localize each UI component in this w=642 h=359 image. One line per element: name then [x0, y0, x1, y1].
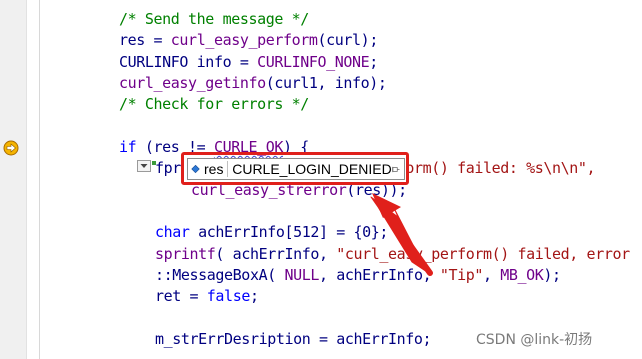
annotation-arrow [370, 193, 433, 276]
watermark-text: CSDN @link-初扬 [476, 332, 593, 348]
